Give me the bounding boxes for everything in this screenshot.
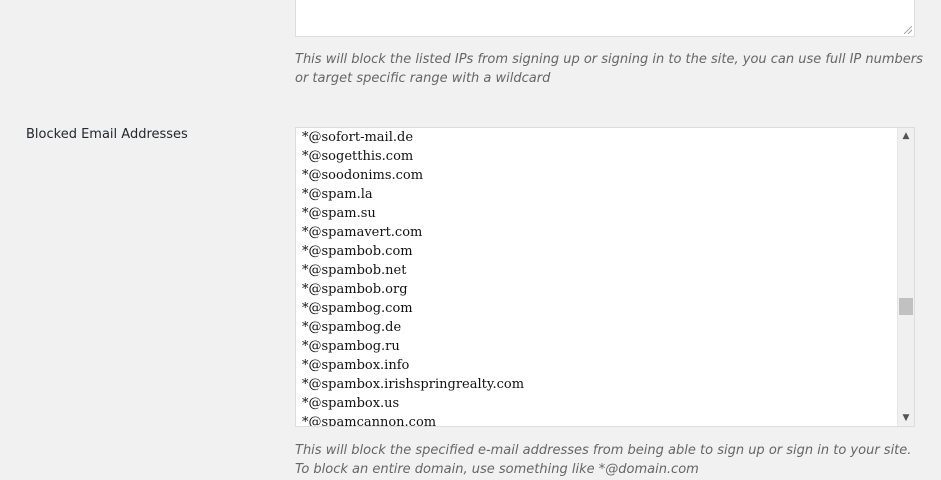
- resize-grip-icon[interactable]: [904, 26, 912, 34]
- email-entry: *@spamavert.com: [302, 225, 423, 240]
- blocked-emails-description: This will block the specified e-mail add…: [295, 443, 912, 477]
- email-entry: *@spamcannon.com: [302, 415, 437, 427]
- email-entry: *@spam.su: [302, 206, 376, 221]
- email-entry: *@spambog.com: [302, 301, 413, 316]
- email-entry: *@spambox.info: [302, 358, 410, 373]
- email-entry: *@spambox.us: [302, 396, 400, 411]
- textarea-scrollbar[interactable]: ▲ ▼: [897, 128, 914, 426]
- email-entry: *@spam.la: [302, 187, 373, 202]
- email-entry: *@spambob.org: [302, 282, 408, 297]
- blocked-emails-list: *@sofort-mail.de *@sogetthis.com *@soodoni…: [302, 128, 525, 427]
- blocked-ips-description: This will block the listed IPs from sign…: [295, 52, 923, 86]
- email-entry: *@spambob.net: [302, 263, 407, 278]
- scroll-down-arrow-icon[interactable]: ▼: [898, 410, 914, 426]
- email-entry: *@spambox.irishspringrealty.com: [302, 377, 525, 392]
- email-entry: *@spambog.ru: [302, 339, 400, 354]
- scroll-thumb[interactable]: [899, 298, 913, 316]
- blocked-ips-textarea[interactable]: [295, 0, 915, 37]
- email-entry: *@spambob.com: [302, 244, 413, 259]
- blocked-emails-label: Blocked Email Addresses: [26, 127, 188, 142]
- email-entry: *@sofort-mail.de: [302, 130, 414, 145]
- scroll-up-arrow-icon[interactable]: ▲: [898, 128, 914, 144]
- blocked-emails-textarea[interactable]: *@sofort-mail.de *@sogetthis.com *@soodoni…: [295, 127, 915, 427]
- email-entry: *@spambog.de: [302, 320, 402, 335]
- email-entry: *@soodonims.com: [302, 168, 424, 183]
- email-entry: *@sogetthis.com: [302, 149, 414, 164]
